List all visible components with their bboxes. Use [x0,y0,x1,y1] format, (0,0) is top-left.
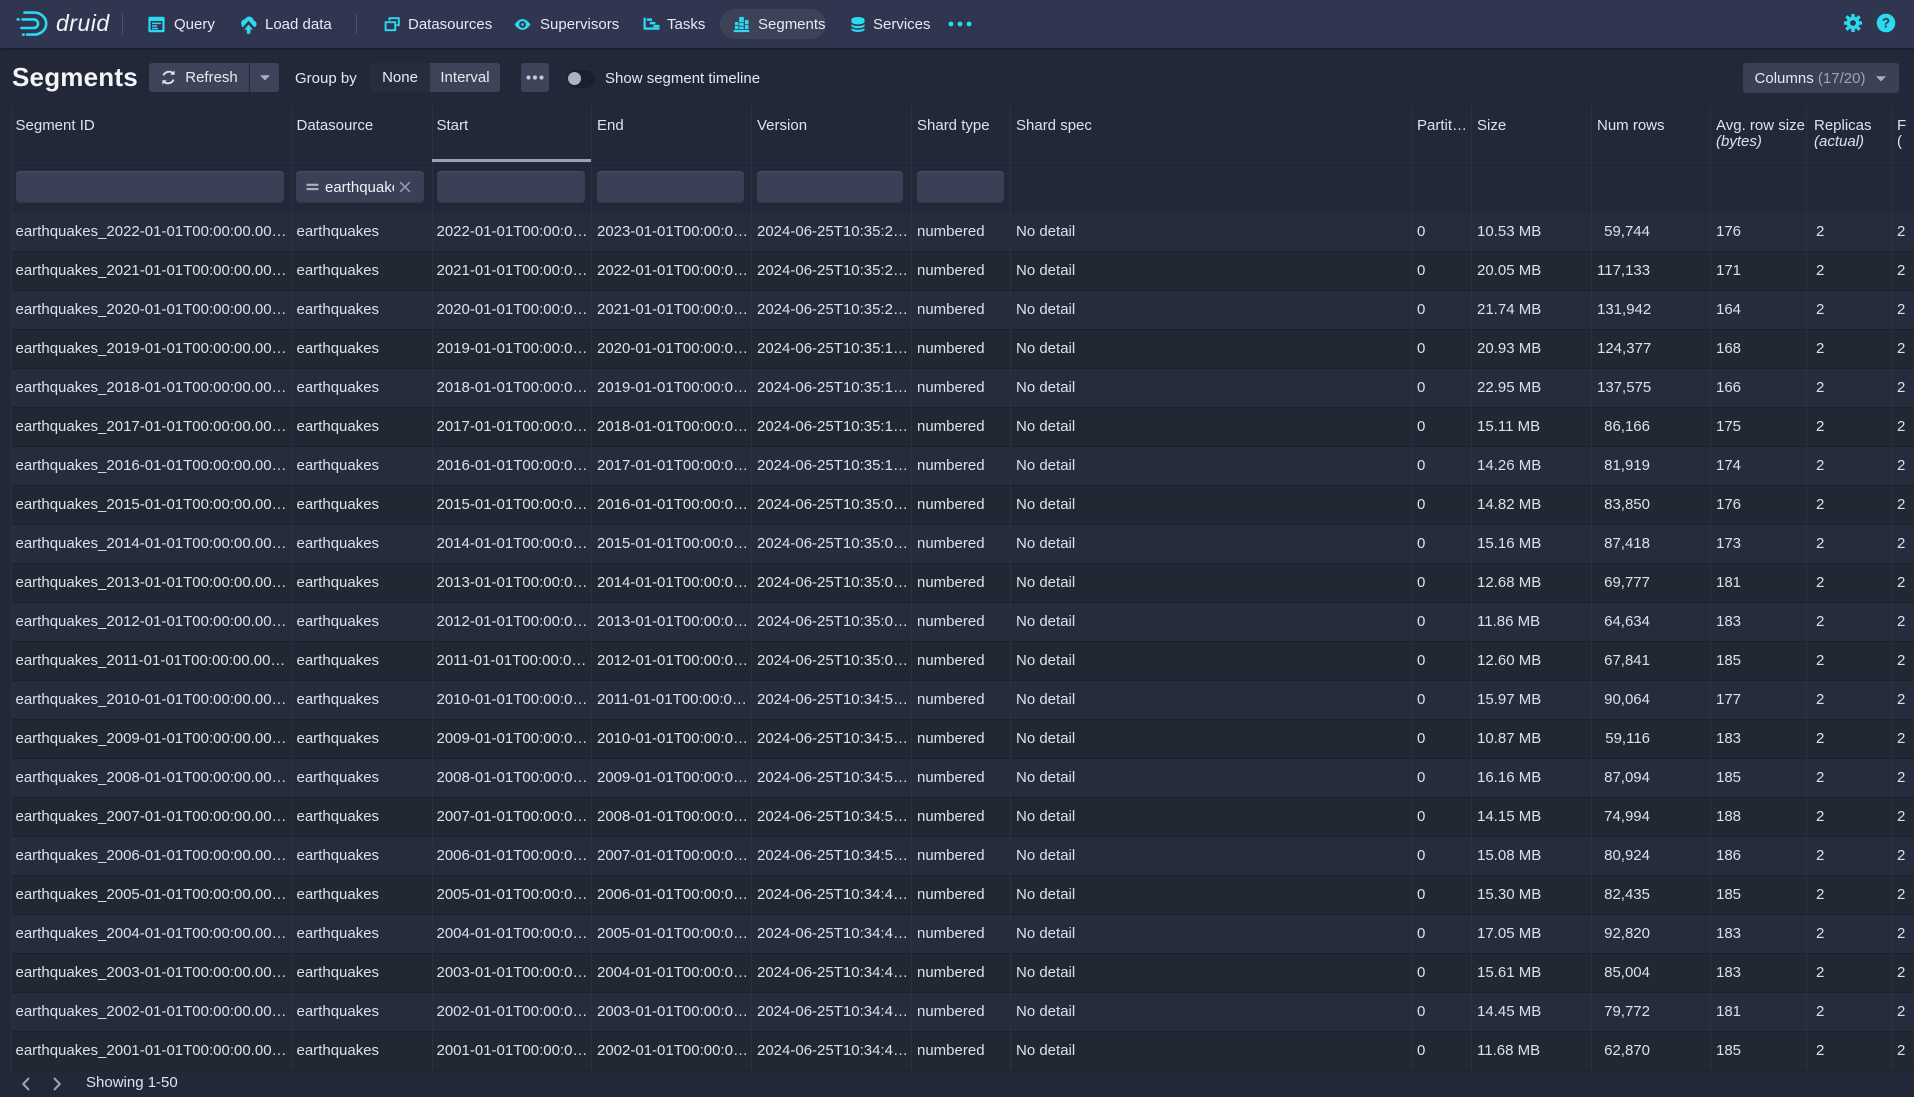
svg-text:?: ? [1882,16,1890,31]
